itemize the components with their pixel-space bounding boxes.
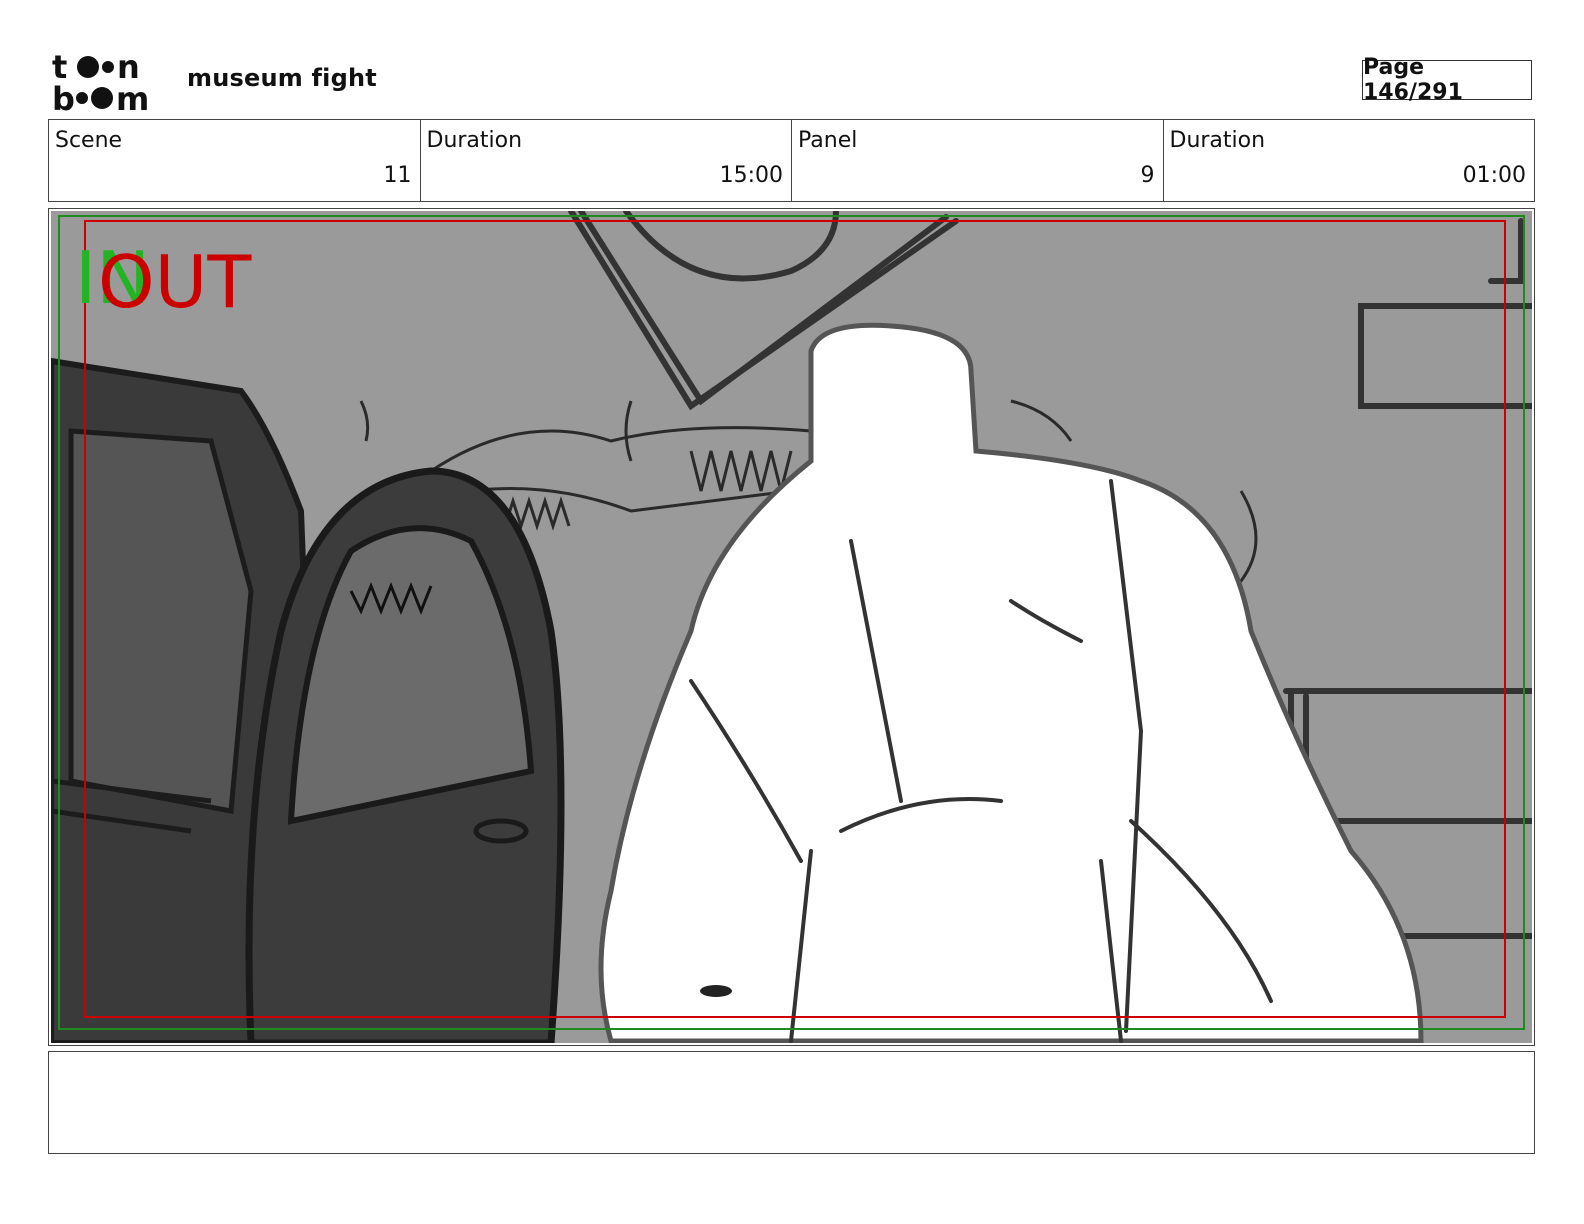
scene-duration-label: Duration — [426, 128, 523, 153]
scene-cell: Scene 11 — [49, 120, 421, 201]
panel-cell: Panel 9 — [792, 120, 1164, 201]
scene-duration-cell: Duration 15:00 — [421, 120, 792, 201]
panel-info-table: Scene 11 Duration 15:00 Panel 9 Duration… — [48, 119, 1535, 202]
project-title: museum fight — [187, 64, 377, 92]
scene-value: 11 — [383, 163, 412, 188]
panel-duration-label: Duration — [1169, 128, 1266, 153]
page-counter: Page 146/291 — [1362, 55, 1532, 105]
svg-text:b: b — [52, 80, 75, 112]
scene-label: Scene — [55, 128, 123, 153]
panel-duration-cell: Duration 01:00 — [1164, 120, 1535, 201]
scene-duration-value: 15:00 — [719, 163, 783, 188]
out-marker: OUT — [98, 240, 252, 324]
svg-text:m: m — [116, 80, 149, 112]
storyboard-panel: IN OUT — [48, 208, 1535, 1046]
toonboom-logo: t n b m — [52, 50, 149, 112]
notes-box — [48, 1051, 1535, 1154]
panel-duration-value: 01:00 — [1462, 163, 1526, 188]
panel-value: 9 — [1140, 163, 1155, 188]
panel-label: Panel — [798, 128, 858, 153]
panel-sketch: IN OUT — [51, 211, 1532, 1043]
